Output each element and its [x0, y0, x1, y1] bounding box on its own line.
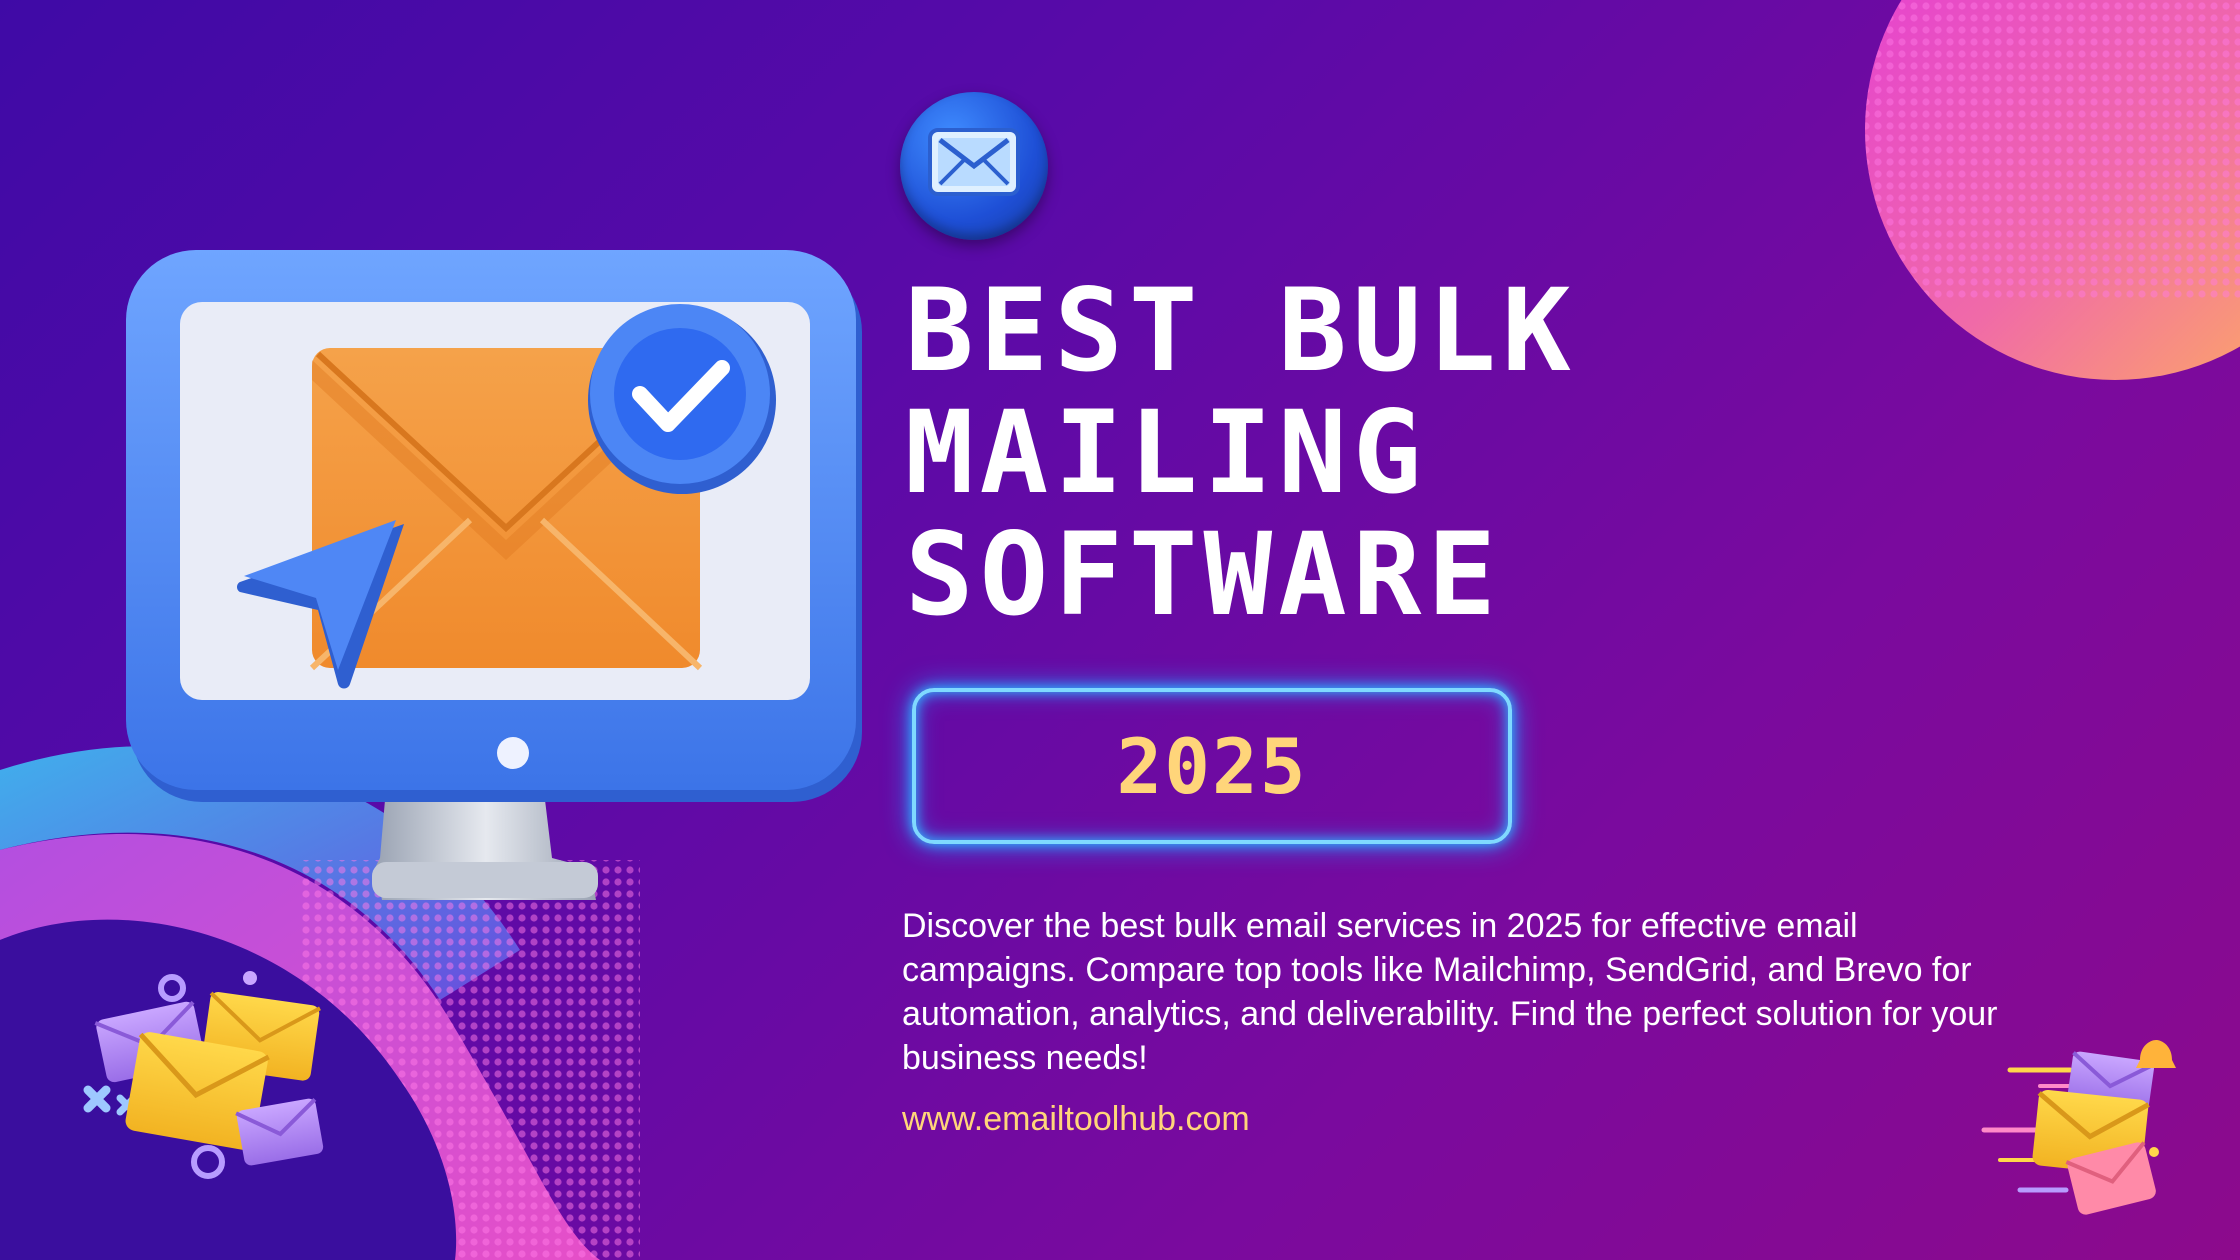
envelope-icon	[928, 128, 1020, 196]
banner: BEST BULK MAILING SOFTWARE 2025 Discover…	[0, 0, 2240, 1260]
headline-line-1: BEST BULK	[905, 264, 1577, 397]
website-link[interactable]: www.emailtoolhub.com	[902, 1100, 1250, 1139]
headline-line-2: MAILING	[905, 386, 1428, 519]
year-label: 2025	[1116, 721, 1308, 811]
description-text: Discover the best bulk email services in…	[902, 907, 1998, 1077]
envelope-badge	[900, 92, 1048, 240]
halftone-circle-top-right	[1865, 0, 2240, 380]
year-neon-box: 2025	[912, 688, 1512, 844]
headline-line-3: SOFTWARE	[905, 508, 1503, 641]
headline: BEST BULK MAILING SOFTWARE	[905, 270, 1577, 636]
